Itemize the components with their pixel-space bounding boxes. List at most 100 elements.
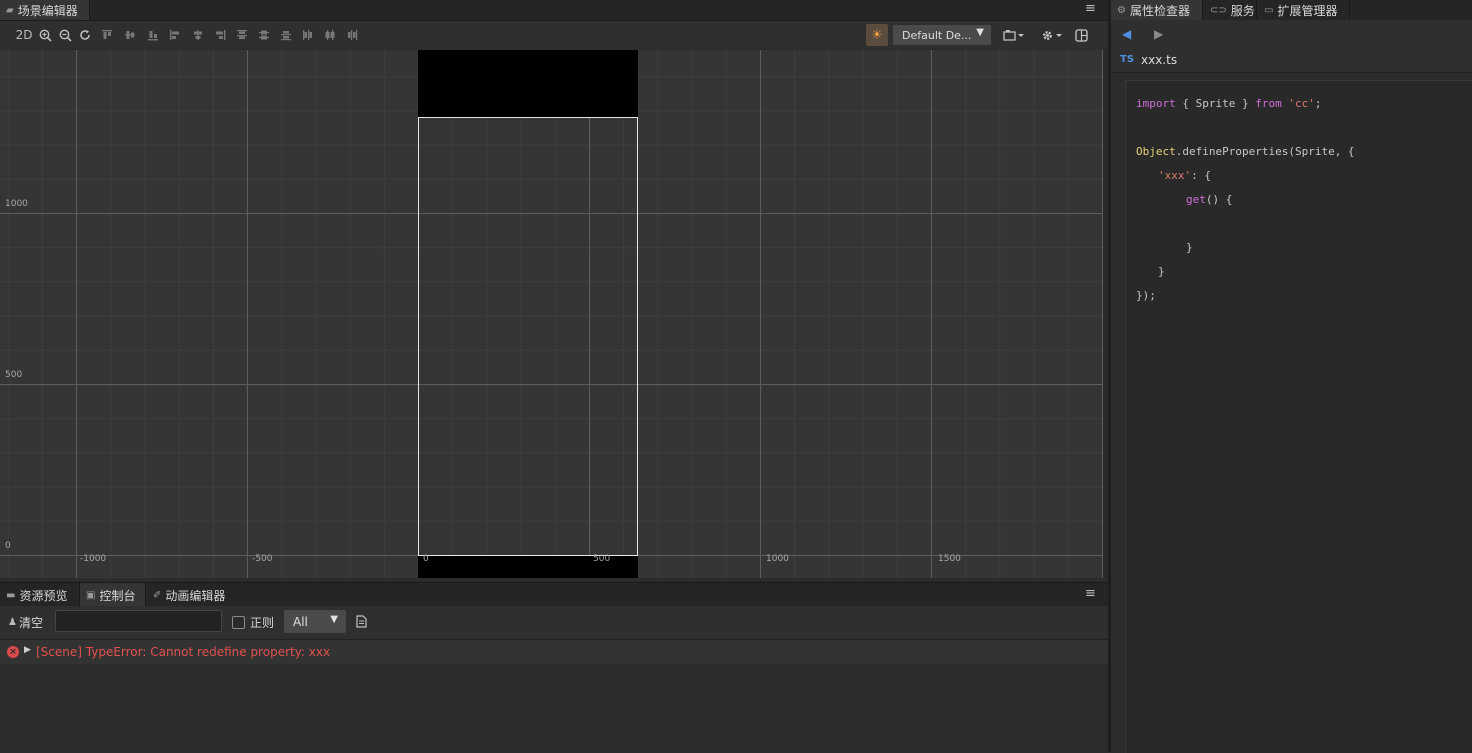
zoom-out-icon[interactable] <box>57 26 73 44</box>
align-vcenter-icon[interactable] <box>123 26 137 44</box>
tab-animation-editor[interactable]: ✐ 动画编辑器 <box>147 583 237 607</box>
terminal-icon: ▣ <box>86 589 96 601</box>
file-name: xxx.ts <box>1141 53 1178 67</box>
tab-inspector-label: 属性检查器 <box>1129 3 1190 18</box>
briefcase-icon: ▭ <box>1264 4 1274 16</box>
folder-icon: ▬ <box>6 589 16 601</box>
tab-animation-editor-label: 动画编辑器 <box>165 588 226 603</box>
code-token: 'xxx' <box>1158 169 1192 182</box>
code-token: () { <box>1205 193 1233 206</box>
clear-button[interactable]: ♟ 清空 <box>8 614 43 631</box>
align-bottom-icon[interactable] <box>146 26 160 44</box>
scene-viewport[interactable]: 1000 500 0 -1000 -500 0 500 1000 1500 <box>0 50 1108 578</box>
distribute-bottom-icon[interactable] <box>279 26 293 44</box>
tab-assets-preview-label: 资源预览 <box>19 588 68 603</box>
clear-button-label: 清空 <box>18 616 43 630</box>
scene-grid <box>0 50 1108 578</box>
ruler-x-500: 500 <box>593 554 611 564</box>
log-level-value: All <box>293 614 308 629</box>
console-log-list: × ▶ [Scene] TypeError: Cannot redefine p… <box>0 640 1108 752</box>
ruler-y-1000: 1000 <box>5 199 28 209</box>
regex-label: 正则 <box>250 616 275 630</box>
code-token: from <box>1255 97 1282 110</box>
code-token: : { <box>1191 169 1211 182</box>
forward-arrow-icon[interactable]: ▶ <box>1154 27 1163 41</box>
code-line-7: } <box>1186 241 1193 254</box>
animation-icon: ✐ <box>153 589 162 601</box>
code-line-5: get() { <box>1186 193 1232 206</box>
ruler-y-500: 500 <box>5 370 23 380</box>
reset-view-icon[interactable] <box>77 26 93 44</box>
regex-checkbox[interactable] <box>232 616 245 629</box>
open-log-file-icon[interactable] <box>356 615 367 631</box>
align-right-icon[interactable] <box>213 26 227 44</box>
ruler-x-minus-1000: -1000 <box>80 554 107 564</box>
code-token: { Sprite } <box>1175 97 1256 110</box>
device-select-value: Default De... <box>902 28 972 42</box>
panel-splitter[interactable] <box>1108 0 1111 752</box>
align-hcenter-icon[interactable] <box>191 26 205 44</box>
code-line-8: } <box>1158 265 1165 278</box>
tab-console[interactable]: ▣ 控制台 <box>79 583 146 607</box>
ruler-x-minus-500: -500 <box>252 554 273 564</box>
right-tabbar: ⚙ 属性检查器 ⊂⊃ 服务 ▭ 扩展管理器 <box>1111 0 1472 20</box>
code-token: ; <box>1314 97 1322 110</box>
inspector-nav: ◀ ▶ <box>1111 20 1472 50</box>
tab-extension-manager[interactable]: ▭ 扩展管理器 <box>1258 0 1350 20</box>
typescript-badge: TS <box>1120 54 1135 65</box>
distribute-top-icon[interactable] <box>235 26 249 44</box>
code-line-9: }); <box>1136 289 1156 302</box>
gear-icon: ⚙ <box>1117 4 1126 16</box>
scene-lighting-icon[interactable]: ☀ <box>866 24 888 46</box>
scene-panel-menu-icon[interactable]: ≡ <box>1085 1 1096 16</box>
distribute-right-icon[interactable] <box>345 26 359 44</box>
expand-arrow-icon[interactable]: ▶ <box>24 645 31 655</box>
chevron-down-icon: ▼ <box>976 27 984 38</box>
tab-services[interactable]: ⊂⊃ 服务 <box>1204 0 1257 20</box>
console-search-input[interactable] <box>55 610 222 632</box>
scene-icon: ▰ <box>6 4 14 16</box>
bottom-panel-menu-icon[interactable]: ≡ <box>1085 586 1096 601</box>
code-line-4: 'xxx': { <box>1158 169 1211 182</box>
tab-extension-manager-label: 扩展管理器 <box>1277 3 1338 18</box>
log-entry-error[interactable]: × ▶ [Scene] TypeError: Cannot redefine p… <box>0 640 1108 664</box>
tab-inspector[interactable]: ⚙ 属性检查器 <box>1111 0 1203 20</box>
link-icon: ⊂⊃ <box>1210 4 1227 16</box>
tab-scene-editor[interactable]: ▰ 场景编辑器 <box>0 0 90 20</box>
zoom-in-icon[interactable] <box>37 26 53 44</box>
align-top-icon[interactable] <box>100 26 114 44</box>
ruler-x-1500: 1500 <box>938 554 961 564</box>
layout-icon[interactable] <box>1073 26 1089 44</box>
tab-console-label: 控制台 <box>99 588 136 603</box>
code-line-3: Object.defineProperties(Sprite, { <box>1136 145 1355 158</box>
ruler-x-0: 0 <box>423 554 429 564</box>
distribute-vcenter-icon[interactable] <box>257 26 271 44</box>
align-left-icon[interactable] <box>168 26 182 44</box>
inspector-file-header: TS xxx.ts <box>1111 50 1472 73</box>
device-select[interactable]: Default De... ▼ <box>893 25 991 45</box>
error-icon: × <box>7 646 19 658</box>
clear-icon: ♟ <box>8 617 17 628</box>
tab-services-label: 服务 <box>1230 3 1255 18</box>
code-token: get <box>1186 193 1206 206</box>
code-preview: import { Sprite } from 'cc'; Object.defi… <box>1125 80 1472 753</box>
tab-scene-editor-label: 场景编辑器 <box>17 3 78 18</box>
ruler-y-0: 0 <box>5 541 11 551</box>
ruler-x-1000: 1000 <box>766 554 789 564</box>
code-token: Object <box>1136 145 1176 158</box>
tab-assets-preview[interactable]: ▬ 资源预览 <box>0 583 78 607</box>
code-line-1: import { Sprite } from 'cc'; <box>1136 97 1321 110</box>
mode-2d-label: 2D <box>15 28 33 42</box>
gear-icon[interactable] <box>1040 26 1064 44</box>
code-token: import <box>1136 97 1176 110</box>
scene-editor-tabbar: ▰ 场景编辑器 ≡ <box>0 0 1108 21</box>
scene-toolbar: 2D ☀ Default De... ▼ <box>0 21 1108 49</box>
distribute-hcenter-icon[interactable] <box>323 26 337 44</box>
code-token: .defineProperties(Sprite, { <box>1175 145 1355 158</box>
log-level-select[interactable]: All ▼ <box>284 610 346 633</box>
back-arrow-icon[interactable]: ◀ <box>1122 27 1131 41</box>
distribute-left-icon[interactable] <box>301 26 315 44</box>
camera-dropdown-icon[interactable] <box>1002 26 1026 44</box>
mode-2d-button[interactable]: 2D <box>14 26 34 44</box>
console-toolbar: ♟ 清空 正则 All ▼ <box>0 606 1108 640</box>
